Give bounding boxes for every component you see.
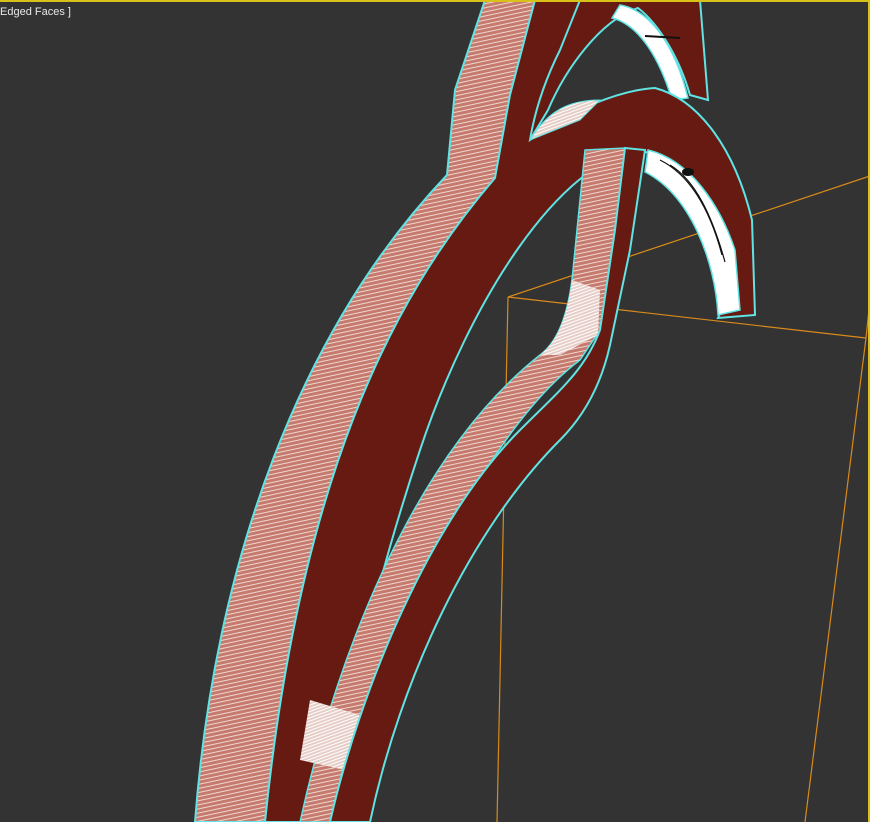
viewport-shading-label[interactable]: Edged Faces ] [0, 6, 71, 18]
scene-canvas[interactable] [0, 0, 870, 822]
viewport-perspective[interactable]: Edged Faces ] [0, 0, 870, 822]
bounding-box [496, 175, 870, 822]
